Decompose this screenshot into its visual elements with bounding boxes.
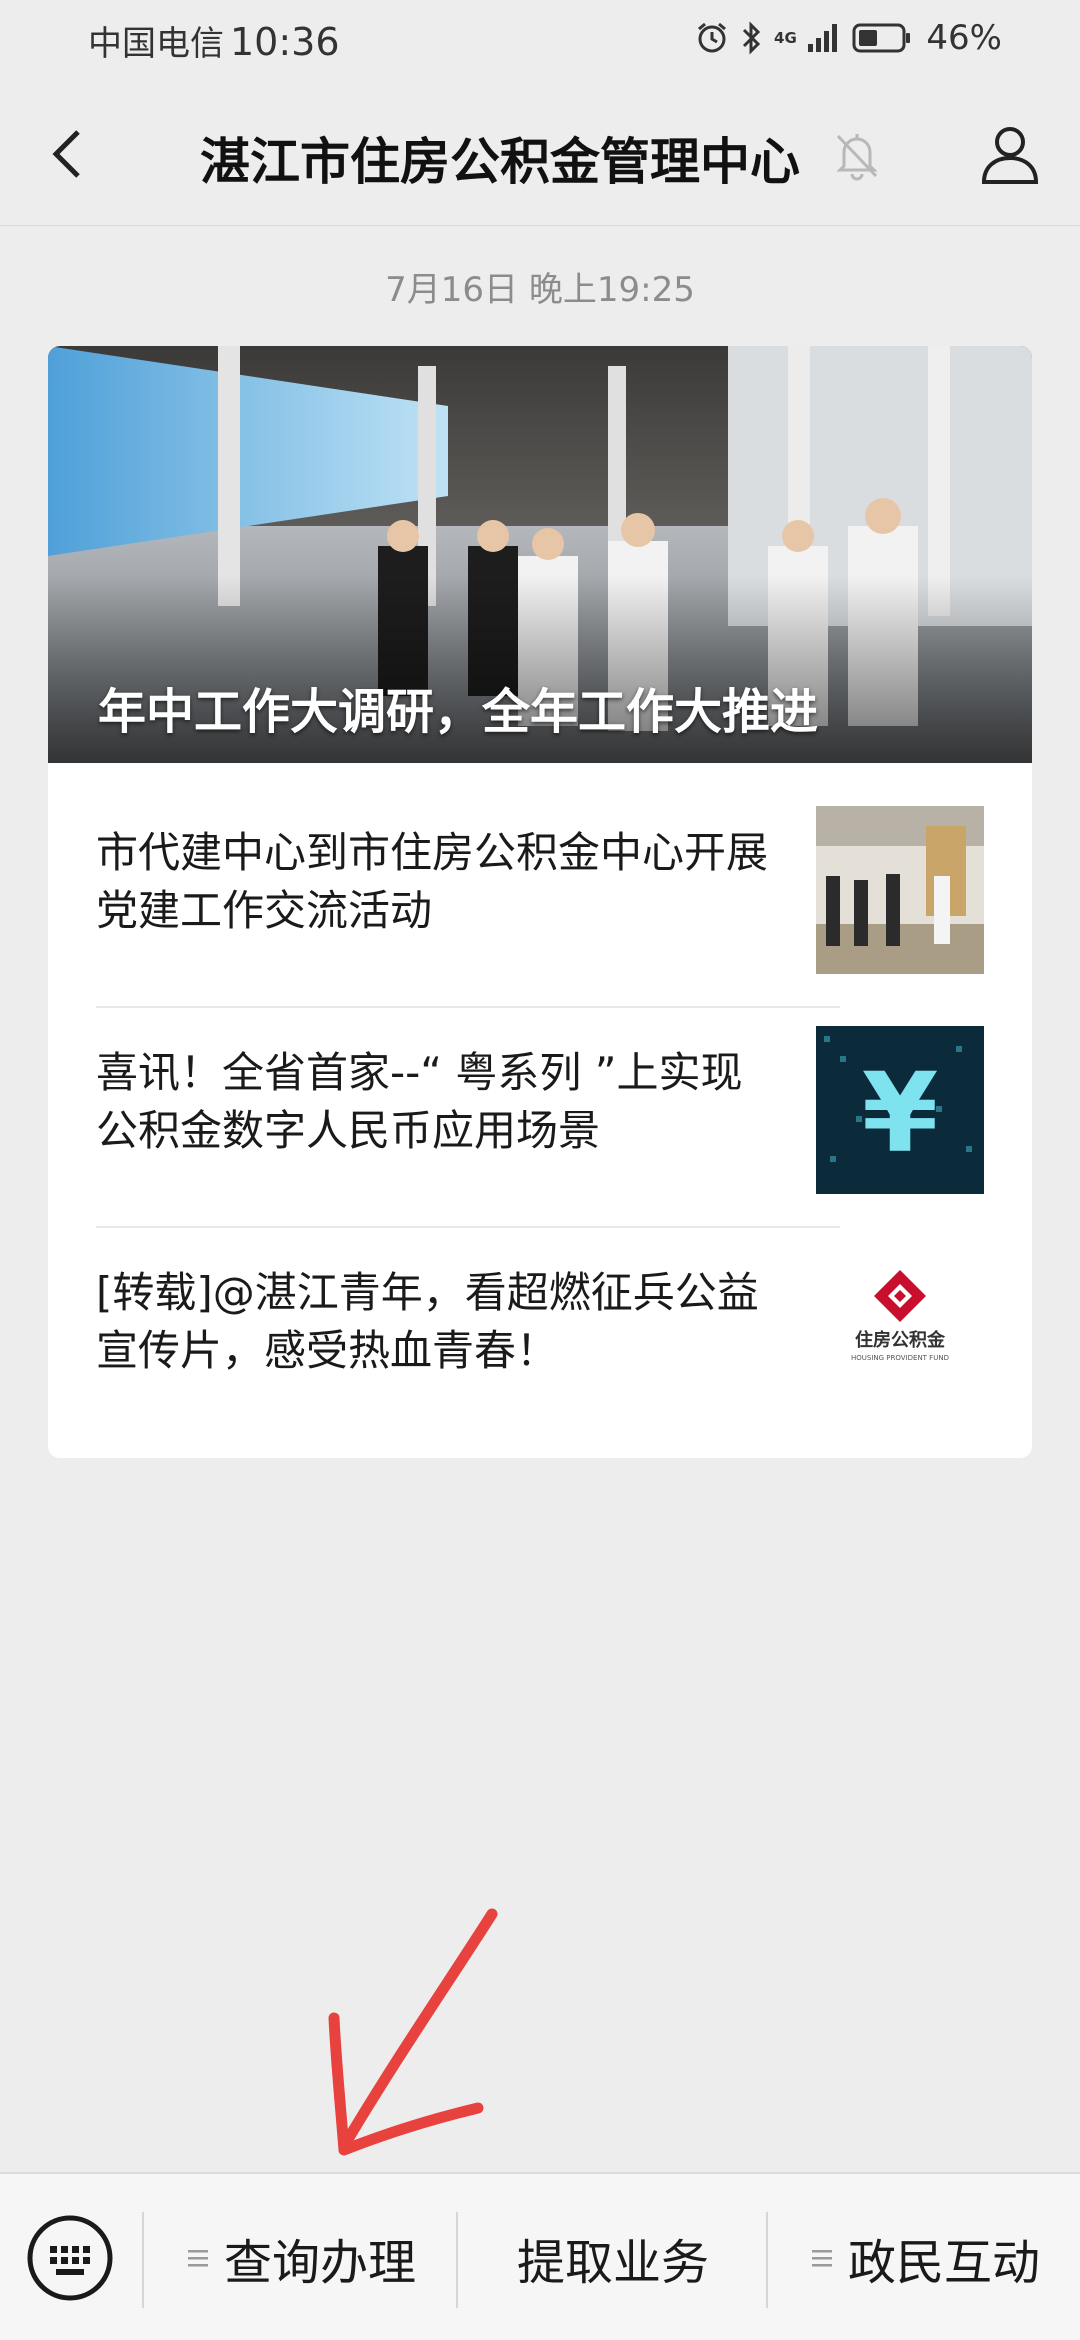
chevron-left-icon <box>52 130 80 178</box>
article-item[interactable]: 市代建中心到市住房公积金中心开展党建工作交流活动 <box>96 806 984 976</box>
submenu-lines-icon <box>811 2250 832 2267</box>
article-title: 喜讯！全省首家--“ 粤系列 ”上实现公积金数字人民币应用场景 <box>96 1048 743 1155</box>
bluetooth-icon <box>740 20 764 56</box>
status-right: 4G 46% <box>694 18 1002 58</box>
status-bar: 中国电信 10:36 4G 46% <box>0 0 1080 84</box>
person-icon <box>981 127 1039 184</box>
article-card: 年中工作大调研，全年工作大推进 市代建中心到市住房公积金中心开展党建工作交流活动… <box>48 346 1032 1458</box>
alarm-icon <box>694 20 730 56</box>
red-arrow-annotation <box>328 1908 498 2156</box>
battery-percent: 46% <box>926 18 1002 58</box>
back-button[interactable] <box>36 122 100 186</box>
article-item[interactable]: [转载]@湛江青年，看超燃征兵公益宣传片，感受热血青春！ 住房公积金 HOUSI… <box>96 1246 984 1416</box>
network-type-label: 4G <box>774 29 797 47</box>
status-left: 中国电信 10:36 <box>88 16 340 65</box>
article-divider <box>96 1006 840 1008</box>
account-title: 湛江市住房公积金管理中心 <box>200 133 800 191</box>
battery-icon <box>852 22 912 54</box>
message-timestamp: 7月16日 晚上19:25 <box>385 270 695 310</box>
menu-item-interaction[interactable]: 政民互动 <box>770 2174 1080 2340</box>
bottom-menu-bar: 查询办理 提取业务 政民互动 <box>0 2172 1080 2340</box>
signal-icon <box>806 22 842 54</box>
bell-off-icon <box>830 128 884 182</box>
carrier-name: 中国电信 <box>88 24 224 64</box>
nav-bar: 湛江市住房公积金管理中心 <box>0 84 1080 226</box>
keyboard-icon <box>27 2215 113 2301</box>
menu-item-label: 查询办理 <box>223 2235 416 2291</box>
provident-fund-logo: 住房公积金 HOUSING PROVIDENT FUND <box>851 1270 949 1362</box>
article-item[interactable]: 喜讯！全省首家--“ 粤系列 ”上实现公积金数字人民币应用场景 ¥ <box>96 1026 984 1196</box>
chat-screen: 中国电信 10:36 4G 46% 湛江市住房公积金管理中心 7月16日 晚上1… <box>0 0 1080 2340</box>
menu-separator <box>766 2212 768 2308</box>
article-thumbnail: ¥ <box>816 1026 984 1194</box>
menu-item-label: 政民互动 <box>847 2235 1040 2291</box>
article-thumbnail <box>816 806 984 974</box>
cover-article[interactable]: 年中工作大调研，全年工作大推进 <box>48 346 1032 763</box>
clock-time: 10:36 <box>230 20 340 64</box>
svg-text:HOUSING PROVIDENT FUND: HOUSING PROVIDENT FUND <box>851 1354 949 1362</box>
article-title: 市代建中心到市住房公积金中心开展党建工作交流活动 <box>96 828 769 935</box>
cover-title: 年中工作大调研，全年工作大推进 <box>98 684 819 740</box>
profile-button[interactable] <box>976 120 1044 188</box>
menu-item-withdraw[interactable]: 提取业务 <box>460 2174 766 2340</box>
keyboard-toggle-button[interactable] <box>24 2212 116 2304</box>
menu-separator <box>456 2212 458 2308</box>
svg-text:¥: ¥ <box>862 1049 939 1177</box>
menu-item-label: 提取业务 <box>516 2235 709 2291</box>
submenu-lines-icon <box>187 2250 208 2267</box>
menu-separator <box>142 2212 144 2308</box>
article-thumbnail: 住房公积金 HOUSING PROVIDENT FUND <box>816 1246 984 1414</box>
menu-item-query[interactable]: 查询办理 <box>146 2174 456 2340</box>
svg-text:住房公积金: 住房公积金 <box>855 1329 946 1351</box>
article-divider <box>96 1226 840 1228</box>
article-title: [转载]@湛江青年，看超燃征兵公益宣传片，感受热血青春！ <box>96 1268 759 1375</box>
